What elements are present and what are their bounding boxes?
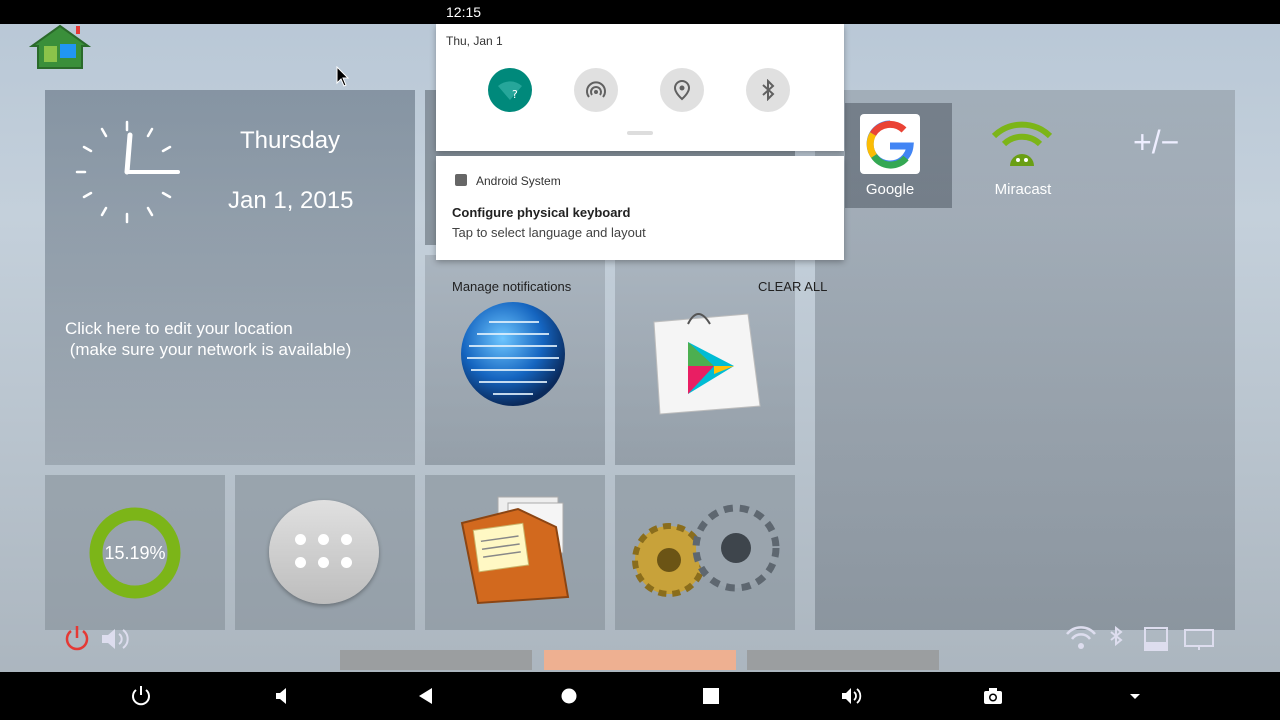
navigation-bar xyxy=(0,672,1280,720)
location-hint[interactable]: Click here to edit your location (make s… xyxy=(65,318,351,360)
analog-clock-icon xyxy=(72,117,182,227)
bluetooth-icon xyxy=(762,79,775,101)
folder-icon xyxy=(458,493,573,605)
hotspot-icon xyxy=(586,81,606,98)
mouse-cursor-icon xyxy=(336,65,350,88)
nav-recents-button[interactable] xyxy=(695,680,727,712)
google-icon xyxy=(860,114,920,174)
notification-text: Tap to select language and layout xyxy=(452,225,646,240)
nav-volume-down-button[interactable] xyxy=(267,680,299,712)
nav-back-button[interactable] xyxy=(410,680,442,712)
status-bar xyxy=(0,0,1280,24)
power-icon xyxy=(132,686,150,706)
quick-settings-expand-handle[interactable] xyxy=(627,131,653,135)
page-indicator-3[interactable] xyxy=(747,650,939,670)
home-circle-icon xyxy=(561,688,577,704)
nav-home-button[interactable] xyxy=(553,680,585,712)
gears-icon xyxy=(624,500,786,605)
all-apps-icon xyxy=(269,500,379,604)
nav-hide-bar-button[interactable] xyxy=(1119,680,1151,712)
nav-power-button[interactable] xyxy=(125,680,157,712)
wifi-icon: ? xyxy=(498,81,522,101)
play-store-icon xyxy=(648,302,763,417)
bluetooth-toggle[interactable] xyxy=(746,68,790,112)
status-time: 12:15 xyxy=(446,4,482,20)
nav-screenshot-button[interactable] xyxy=(977,680,1009,712)
add-remove-apps-button[interactable]: +/− xyxy=(1133,124,1179,161)
volume-icon[interactable] xyxy=(100,626,130,652)
volume-down-icon xyxy=(276,688,286,704)
power-icon[interactable] xyxy=(63,624,91,652)
location-icon xyxy=(673,79,691,101)
system-tray xyxy=(1065,624,1220,652)
google-label: Google xyxy=(865,181,915,198)
weekday-label: Thursday xyxy=(240,127,341,154)
chevron-down-icon xyxy=(1130,694,1140,699)
notification-title: Configure physical keyboard xyxy=(452,205,631,220)
miracast-icon[interactable] xyxy=(990,116,1054,170)
notification-app-name: Android System xyxy=(476,174,561,188)
memory-percent: 15.19% xyxy=(104,543,166,563)
clear-all-button[interactable]: CLEAR ALL xyxy=(758,279,827,294)
globe-icon xyxy=(459,300,567,408)
nav-volume-up-button[interactable] xyxy=(835,680,867,712)
volume-up-icon xyxy=(842,688,862,704)
android-system-icon xyxy=(455,174,467,186)
manage-notifications-button[interactable]: Manage notifications xyxy=(452,279,571,294)
miracast-label: Miracast xyxy=(994,181,1052,198)
quick-settings-date: Thu, Jan 1 xyxy=(446,34,503,48)
svg-text:?: ? xyxy=(512,88,518,101)
back-icon xyxy=(419,688,432,704)
launcher-home-icon[interactable] xyxy=(28,24,92,70)
hotspot-toggle[interactable] xyxy=(574,68,618,112)
date-label: Jan 1, 2015 xyxy=(228,187,354,214)
recents-square-icon xyxy=(703,688,719,704)
page-indicator-2-active[interactable] xyxy=(544,650,736,670)
location-toggle[interactable] xyxy=(660,68,704,112)
camera-icon xyxy=(984,688,1002,704)
wifi-toggle[interactable]: ? xyxy=(488,68,532,112)
page-indicator-1[interactable] xyxy=(340,650,532,670)
